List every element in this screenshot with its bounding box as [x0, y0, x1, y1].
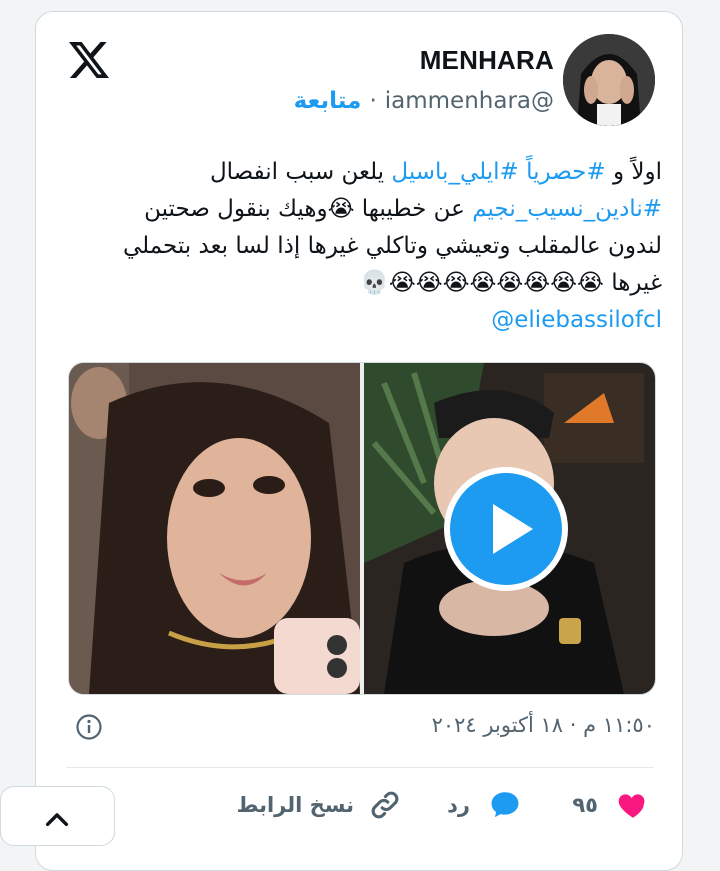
reply-icon[interactable] [488, 788, 522, 822]
play-icon[interactable] [441, 464, 571, 594]
copy-link-action[interactable]: نسخ الرابط [237, 788, 402, 822]
scroll-top-button[interactable] [0, 786, 115, 846]
author-name[interactable]: MENHARA [420, 45, 554, 76]
follow-button[interactable]: متابعة [294, 88, 362, 114]
like-count: ٩٥ [572, 793, 598, 817]
tweet-text: اولاً و #حصرياً #ايلي_باسيل يلعن سبب انف… [62, 154, 662, 339]
text-segment: اولاً و [605, 159, 662, 185]
text-segment: عن خطيبها 😭وهيك بنقول صحتين [144, 196, 473, 222]
tweet-line-2: #نادين_نسيب_نجيم عن خطيبها 😭وهيك بنقول ص… [62, 191, 662, 228]
mention-link[interactable]: @eliebassilofcl [62, 302, 662, 339]
link-icon[interactable] [368, 788, 402, 822]
chevron-up-icon[interactable] [41, 803, 73, 835]
hashtag-link[interactable]: #نادين_نسيب_نجيم [472, 196, 662, 222]
heart-icon[interactable] [616, 788, 650, 822]
tweet-card: MENHARA @iammenhara · متابعة اولاً و #حصري… [35, 11, 683, 871]
tweet-line-1: اولاً و #حصرياً #ايلي_باسيل يلعن سبب انف… [62, 154, 662, 191]
tweet-timestamp[interactable]: ١١:٥٠ م · ١٨ أكتوبر ٢٠٢٤ [432, 713, 655, 737]
tweet-line-3: لندون عالمقلب وتعيشي وتاكلي غيرها إذا لس… [122, 233, 662, 259]
author-handle[interactable]: @iammenhara [385, 88, 554, 114]
avatar[interactable] [563, 34, 655, 126]
text-segment [519, 159, 526, 185]
reply-action[interactable]: رد [447, 788, 522, 822]
tweet-line-4: غيرها 😭😭😭😭😭😭😭😭💀 [360, 270, 662, 296]
hashtag-link[interactable]: #حصرياً [526, 159, 606, 185]
author-subline: @iammenhara · متابعة [294, 88, 554, 114]
video-frame-left [69, 363, 360, 694]
copy-link-label: نسخ الرابط [236, 793, 354, 817]
x-logo-icon[interactable] [68, 40, 110, 80]
info-icon[interactable] [75, 713, 103, 741]
separator-dot: · [369, 88, 377, 114]
hashtag-link[interactable]: #ايلي_باسيل [391, 159, 518, 185]
divider [66, 767, 654, 768]
reply-label: رد [447, 793, 470, 817]
text-segment: يلعن سبب انفصال [209, 159, 392, 185]
like-action[interactable]: ٩٥ [572, 788, 650, 822]
